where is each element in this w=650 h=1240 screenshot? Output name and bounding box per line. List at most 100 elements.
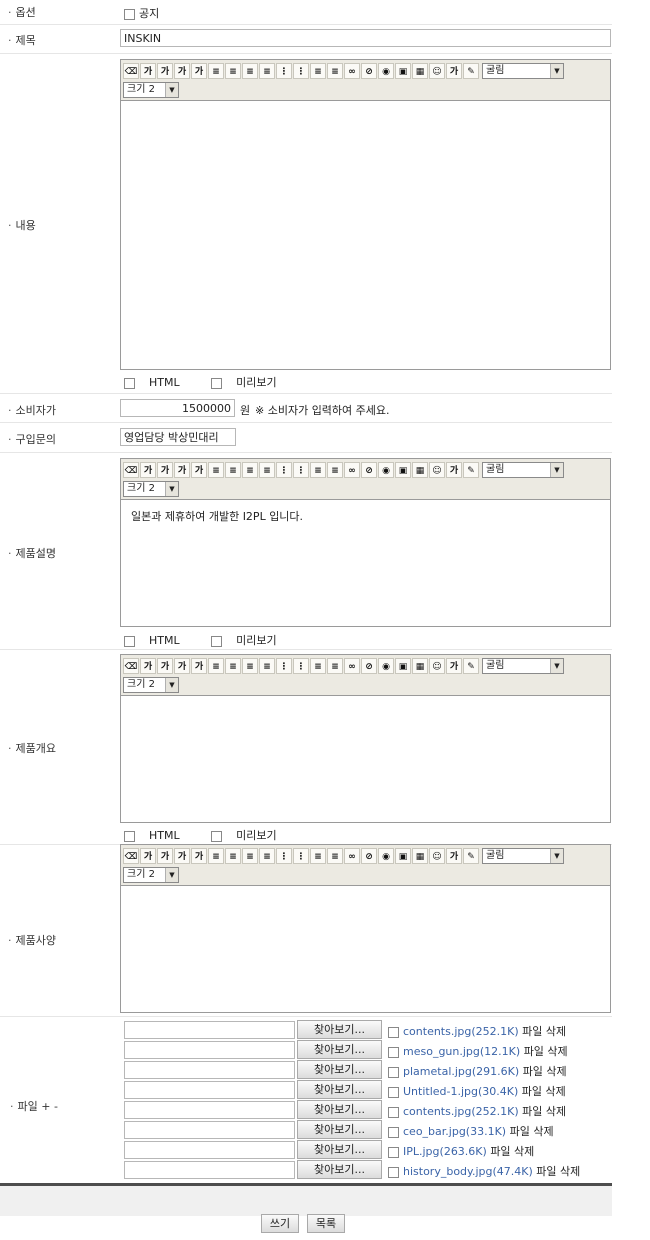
smile-icon[interactable]: ☺ <box>429 848 445 864</box>
preview-checkbox[interactable] <box>211 830 223 842</box>
link-icon[interactable]: ∞ <box>344 658 360 674</box>
link-icon[interactable]: ∞ <box>344 462 360 478</box>
strike-icon[interactable]: 가 <box>191 63 207 79</box>
align-left-icon[interactable]: ≡ <box>208 848 224 864</box>
link-icon[interactable]: ∞ <box>344 848 360 864</box>
emoticon-icon[interactable]: ◉ <box>378 63 394 79</box>
font-color-icon[interactable]: 가 <box>446 63 462 79</box>
file-delete-option[interactable]: plametal.jpg(291.6K) 파일 삭제 <box>388 1063 567 1079</box>
ordered-list-icon[interactable]: ⋮ <box>276 658 292 674</box>
list-button[interactable]: 목록 <box>307 1214 345 1233</box>
align-right-icon[interactable]: ≡ <box>242 462 258 478</box>
file-delete-option[interactable]: ceo_bar.jpg(33.1K) 파일 삭제 <box>388 1123 554 1139</box>
font-select[interactable]: 굴림 ▼ <box>482 63 564 79</box>
align-justify-icon[interactable]: ≡ <box>259 658 275 674</box>
align-justify-icon[interactable]: ≡ <box>259 462 275 478</box>
size-select[interactable]: 크기 2 ▼ <box>123 82 179 98</box>
html-option[interactable]: HTML <box>124 829 194 842</box>
align-center-icon[interactable]: ≡ <box>225 462 241 478</box>
file-delete-checkbox[interactable] <box>388 1166 399 1178</box>
table-icon[interactable]: ▦ <box>412 848 428 864</box>
file-name-link[interactable]: contents.jpg(252.1K) <box>403 1025 519 1038</box>
preview-checkbox[interactable] <box>211 635 223 647</box>
outdent-icon[interactable]: ≡ <box>310 658 326 674</box>
align-center-icon[interactable]: ≡ <box>225 63 241 79</box>
unlink-icon[interactable]: ⊘ <box>361 658 377 674</box>
file-path-input[interactable] <box>124 1121 295 1139</box>
highlight-icon[interactable]: ✎ <box>463 848 479 864</box>
align-justify-icon[interactable]: ≡ <box>259 63 275 79</box>
unordered-list-icon[interactable]: ⋮ <box>293 848 309 864</box>
unordered-list-icon[interactable]: ⋮ <box>293 658 309 674</box>
outdent-icon[interactable]: ≡ <box>310 63 326 79</box>
write-button[interactable]: 쓰기 <box>261 1214 299 1233</box>
highlight-icon[interactable]: ✎ <box>463 462 479 478</box>
bold-icon[interactable]: 가 <box>140 658 156 674</box>
unlink-icon[interactable]: ⊘ <box>361 848 377 864</box>
size-select[interactable]: 크기 2 ▼ <box>123 677 179 693</box>
file-delete-option[interactable]: contents.jpg(252.1K) 파일 삭제 <box>388 1103 566 1119</box>
indent-icon[interactable]: ≡ <box>327 63 343 79</box>
align-right-icon[interactable]: ≡ <box>242 63 258 79</box>
image-icon[interactable]: ▣ <box>395 462 411 478</box>
file-path-input[interactable] <box>124 1041 295 1059</box>
file-delete-checkbox[interactable] <box>388 1146 399 1158</box>
strike-icon[interactable]: 가 <box>191 462 207 478</box>
unlink-icon[interactable]: ⊘ <box>361 462 377 478</box>
file-delete-option[interactable]: contents.jpg(252.1K) 파일 삭제 <box>388 1023 566 1039</box>
align-right-icon[interactable]: ≡ <box>242 848 258 864</box>
ordered-list-icon[interactable]: ⋮ <box>276 63 292 79</box>
eraser-icon[interactable]: ⌫ <box>123 658 139 674</box>
file-delete-option[interactable]: meso_gun.jpg(12.1K) 파일 삭제 <box>388 1043 568 1059</box>
file-path-input[interactable] <box>124 1141 295 1159</box>
browse-button[interactable]: 찾아보기... <box>297 1160 382 1179</box>
font-color-icon[interactable]: 가 <box>446 658 462 674</box>
file-delete-checkbox[interactable] <box>388 1086 399 1098</box>
emoticon-icon[interactable]: ◉ <box>378 848 394 864</box>
file-name-link[interactable]: history_body.jpg(47.4K) <box>403 1165 533 1178</box>
align-left-icon[interactable]: ≡ <box>208 462 224 478</box>
unordered-list-icon[interactable]: ⋮ <box>293 63 309 79</box>
html-checkbox[interactable] <box>124 830 135 842</box>
font-select[interactable]: 굴림 ▼ <box>482 848 564 864</box>
table-icon[interactable]: ▦ <box>412 658 428 674</box>
file-delete-checkbox[interactable] <box>388 1126 399 1138</box>
font-select[interactable]: 굴림 ▼ <box>482 462 564 478</box>
image-icon[interactable]: ▣ <box>395 63 411 79</box>
product-spec-textarea[interactable] <box>121 886 610 1012</box>
table-icon[interactable]: ▦ <box>412 63 428 79</box>
strike-icon[interactable]: 가 <box>191 658 207 674</box>
underline-icon[interactable]: 가 <box>174 848 190 864</box>
image-icon[interactable]: ▣ <box>395 658 411 674</box>
align-center-icon[interactable]: ≡ <box>225 848 241 864</box>
preview-checkbox[interactable] <box>211 377 223 389</box>
align-justify-icon[interactable]: ≡ <box>259 848 275 864</box>
font-select[interactable]: 굴림 ▼ <box>482 658 564 674</box>
file-name-link[interactable]: meso_gun.jpg(12.1K) <box>403 1045 520 1058</box>
browse-button[interactable]: 찾아보기... <box>297 1100 382 1119</box>
html-checkbox[interactable] <box>124 377 135 389</box>
browse-button[interactable]: 찾아보기... <box>297 1060 382 1079</box>
file-delete-checkbox[interactable] <box>388 1026 399 1038</box>
align-left-icon[interactable]: ≡ <box>208 63 224 79</box>
italic-icon[interactable]: 가 <box>157 848 173 864</box>
highlight-icon[interactable]: ✎ <box>463 63 479 79</box>
title-input[interactable]: INSKIN <box>120 29 611 47</box>
inquiry-input[interactable]: 영업담당 박상민대리 <box>120 428 236 446</box>
browse-button[interactable]: 찾아보기... <box>297 1120 382 1139</box>
italic-icon[interactable]: 가 <box>157 63 173 79</box>
browse-button[interactable]: 찾아보기... <box>297 1080 382 1099</box>
eraser-icon[interactable]: ⌫ <box>123 848 139 864</box>
outdent-icon[interactable]: ≡ <box>310 848 326 864</box>
underline-icon[interactable]: 가 <box>174 63 190 79</box>
file-path-input[interactable] <box>124 1081 295 1099</box>
indent-icon[interactable]: ≡ <box>327 848 343 864</box>
unlink-icon[interactable]: ⊘ <box>361 63 377 79</box>
unordered-list-icon[interactable]: ⋮ <box>293 462 309 478</box>
bold-icon[interactable]: 가 <box>140 462 156 478</box>
smile-icon[interactable]: ☺ <box>429 462 445 478</box>
font-color-icon[interactable]: 가 <box>446 848 462 864</box>
outdent-icon[interactable]: ≡ <box>310 462 326 478</box>
align-right-icon[interactable]: ≡ <box>242 658 258 674</box>
link-icon[interactable]: ∞ <box>344 63 360 79</box>
